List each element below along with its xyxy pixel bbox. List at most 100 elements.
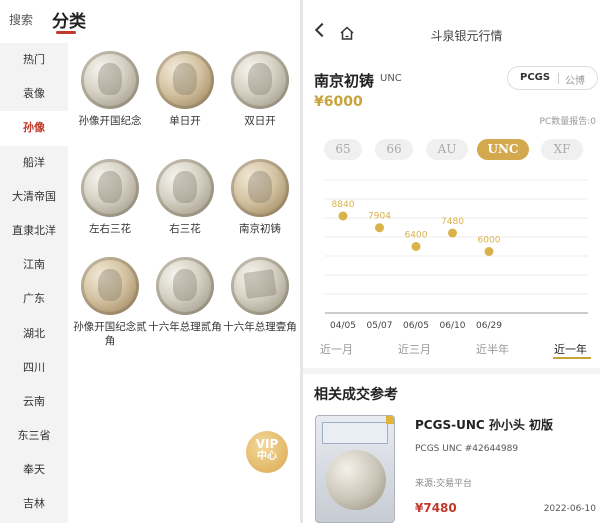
coin-label: 单日开 (169, 115, 201, 127)
coin-item[interactable]: 南京初铸 (223, 159, 297, 236)
data-point[interactable] (375, 223, 384, 233)
reference-name: PCGS-UNC 孙小头 初版 (415, 418, 554, 432)
data-label: 6000 (478, 236, 501, 246)
coin-item[interactable]: 右三花 (148, 159, 222, 236)
gold-tag (386, 416, 394, 424)
pc-report: PC数量报告:0 (539, 117, 596, 127)
coin-label: 孙像开国纪念 (78, 115, 142, 127)
data-point[interactable] (338, 211, 348, 221)
data-point[interactable] (484, 247, 494, 256)
data-label: 8840 (332, 200, 355, 210)
active-range-underline (553, 357, 591, 359)
x-tick-label: 06/10 (440, 321, 466, 331)
coin-image (81, 51, 139, 109)
page-title: 斗泉银元行情 (430, 29, 503, 43)
vip-label: VIP (255, 437, 279, 451)
x-tick-label: 06/29 (476, 321, 502, 331)
coin-image (231, 257, 289, 315)
slab-label (322, 422, 388, 444)
sidebar-item[interactable]: 孙像 (0, 111, 68, 146)
data-label: 7480 (441, 217, 464, 227)
coin-label: 右三花 (169, 223, 201, 235)
price-chart: 8840 04/05 7904 05/07 6400 06/05 7480 06/10 6000… (325, 179, 588, 331)
sidebar-item[interactable]: 吉林 (0, 487, 68, 521)
data-label: 6400 (405, 231, 428, 241)
coin-image (231, 51, 289, 109)
coin-image (156, 159, 214, 217)
coin-item[interactable]: 孙像开国纪念贰角 (73, 257, 147, 348)
data-point[interactable] (448, 228, 457, 238)
coin-image (156, 51, 214, 109)
coin-item[interactable]: 左右三花 (73, 159, 147, 236)
reference-card[interactable]: PCGS-UNC 孙小头 初版 PCGS UNC #42644989 来源:交易… (303, 410, 600, 523)
sidebar-item[interactable]: 袁像 (0, 77, 68, 111)
x-tick-label: 04/05 (330, 321, 356, 331)
category-header: 搜索 分类 (0, 0, 300, 38)
coin-label: 双日开 (244, 115, 276, 127)
data-point[interactable] (411, 242, 421, 251)
coin-image (231, 159, 289, 217)
active-tab-underline (56, 31, 76, 34)
sidebar-item[interactable]: 东三省 (0, 419, 68, 453)
vip-sublabel: 中心 (257, 451, 277, 462)
sidebar-item[interactable]: 江南 (0, 248, 68, 282)
coin-label: 十六年总理壹角 (223, 321, 297, 333)
current-price: ¥6000 (314, 94, 363, 110)
sidebar-item[interactable]: 云南 (0, 385, 68, 419)
coin-item[interactable]: 孙像开国纪念 (73, 51, 147, 128)
coin-name: 南京初铸 (314, 72, 375, 90)
slab-coin (326, 450, 386, 510)
category-tab[interactable]: 分类 (52, 7, 86, 32)
sidebar-item[interactable]: 四川 (0, 351, 68, 385)
grade-pill[interactable]: 66 (375, 139, 413, 160)
range-tab[interactable]: 近三月 (398, 341, 431, 357)
section-gap (303, 368, 600, 374)
reference-cert: PCGS UNC #42644989 (415, 444, 519, 454)
sidebar-item[interactable]: 直隶北洋 (0, 214, 68, 248)
coin-label: 南京初铸 (239, 223, 281, 235)
price-panel: 斗泉银元行情 南京初铸 UNC PCGS 公博 ¥6000 PC数量报告:0 6… (303, 0, 600, 523)
coin-label: 孙像开国纪念贰角 (73, 321, 147, 347)
category-sidebar: 热门 袁像 孙像 船洋 大清帝国 直隶北洋 江南 广东 湖北 四川 云南 东三省 奉天 吉林 (0, 43, 68, 523)
search-tab[interactable]: 搜索 (9, 11, 33, 28)
sidebar-item[interactable]: 大清帝国 (0, 180, 68, 214)
coin-grade: UNC (380, 73, 402, 84)
vip-center-button[interactable]: VIP 中心 (246, 431, 288, 473)
category-panel: 搜索 分类 热门 袁像 孙像 船洋 大清帝国 直隶北洋 江南 广东 湖北 四川 云南 东三省 奉天 吉林 … (0, 0, 300, 523)
coin-image (81, 159, 139, 217)
grading-toggle[interactable]: PCGS 公博 (507, 66, 598, 90)
coin-item[interactable]: 单日开 (148, 51, 222, 128)
time-range-tabs: 近一月 近三月 近半年 近一年 (303, 338, 600, 364)
sidebar-item[interactable]: 湖北 (0, 317, 68, 351)
data-label: 7904 (368, 212, 391, 222)
sidebar-item[interactable]: 广东 (0, 282, 68, 316)
range-tab[interactable]: 近一年 (554, 341, 587, 357)
coin-label: 十六年总理贰角 (148, 321, 222, 333)
sidebar-item[interactable]: 热门 (0, 43, 68, 77)
grade-selector: 65 66 AU UNC XF (324, 139, 594, 161)
reference-price: ¥7480 (415, 501, 457, 515)
reference-title: 相关成交参考 (314, 387, 398, 403)
sidebar-item[interactable]: 奉天 (0, 453, 68, 487)
coin-item[interactable]: 十六年总理壹角 (223, 257, 297, 334)
public-option[interactable]: 公博 (565, 72, 585, 87)
reference-source: 来源:交易平台 (415, 479, 473, 489)
grade-pill[interactable]: UNC (477, 139, 529, 160)
reference-date: 2022-06-10 (543, 504, 596, 514)
pcgs-option[interactable]: PCGS (520, 72, 550, 83)
grade-pill[interactable]: 65 (324, 139, 362, 160)
graded-coin-image (315, 415, 395, 523)
range-tab[interactable]: 近一月 (320, 341, 353, 357)
x-tick-label: 05/07 (367, 321, 393, 331)
grade-pill[interactable]: AU (426, 139, 468, 160)
range-tab[interactable]: 近半年 (476, 341, 509, 357)
grade-pill[interactable]: XF (541, 139, 583, 160)
coin-image (156, 257, 214, 315)
coin-item[interactable]: 十六年总理贰角 (148, 257, 222, 334)
toggle-divider (558, 73, 559, 84)
sidebar-item[interactable]: 船洋 (0, 146, 68, 180)
coin-item[interactable]: 双日开 (223, 51, 297, 128)
coin-image (81, 257, 139, 315)
x-tick-label: 06/05 (403, 321, 429, 331)
coin-label: 左右三花 (89, 223, 131, 235)
